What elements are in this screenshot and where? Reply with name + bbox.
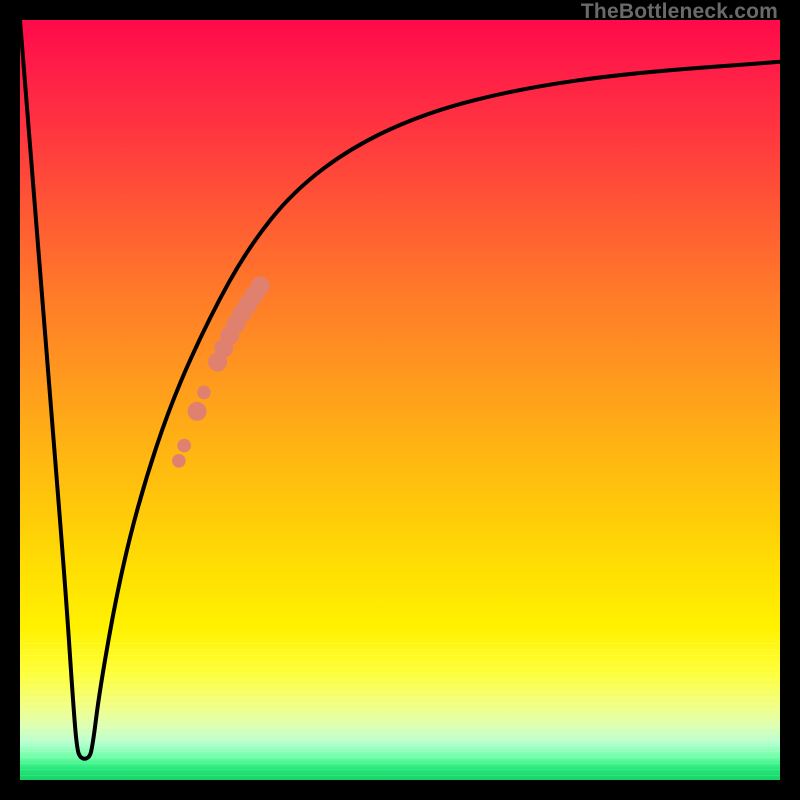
data-dot xyxy=(172,454,186,468)
watermark-text: TheBottleneck.com xyxy=(581,0,778,24)
data-dot xyxy=(251,277,270,296)
chart-stage: TheBottleneck.com xyxy=(0,0,800,800)
bottleneck-curve xyxy=(20,20,780,759)
data-dot xyxy=(177,439,191,453)
data-dot xyxy=(197,386,211,400)
chart-svg xyxy=(20,20,780,780)
plot-area xyxy=(20,20,780,780)
data-dot xyxy=(188,402,207,421)
